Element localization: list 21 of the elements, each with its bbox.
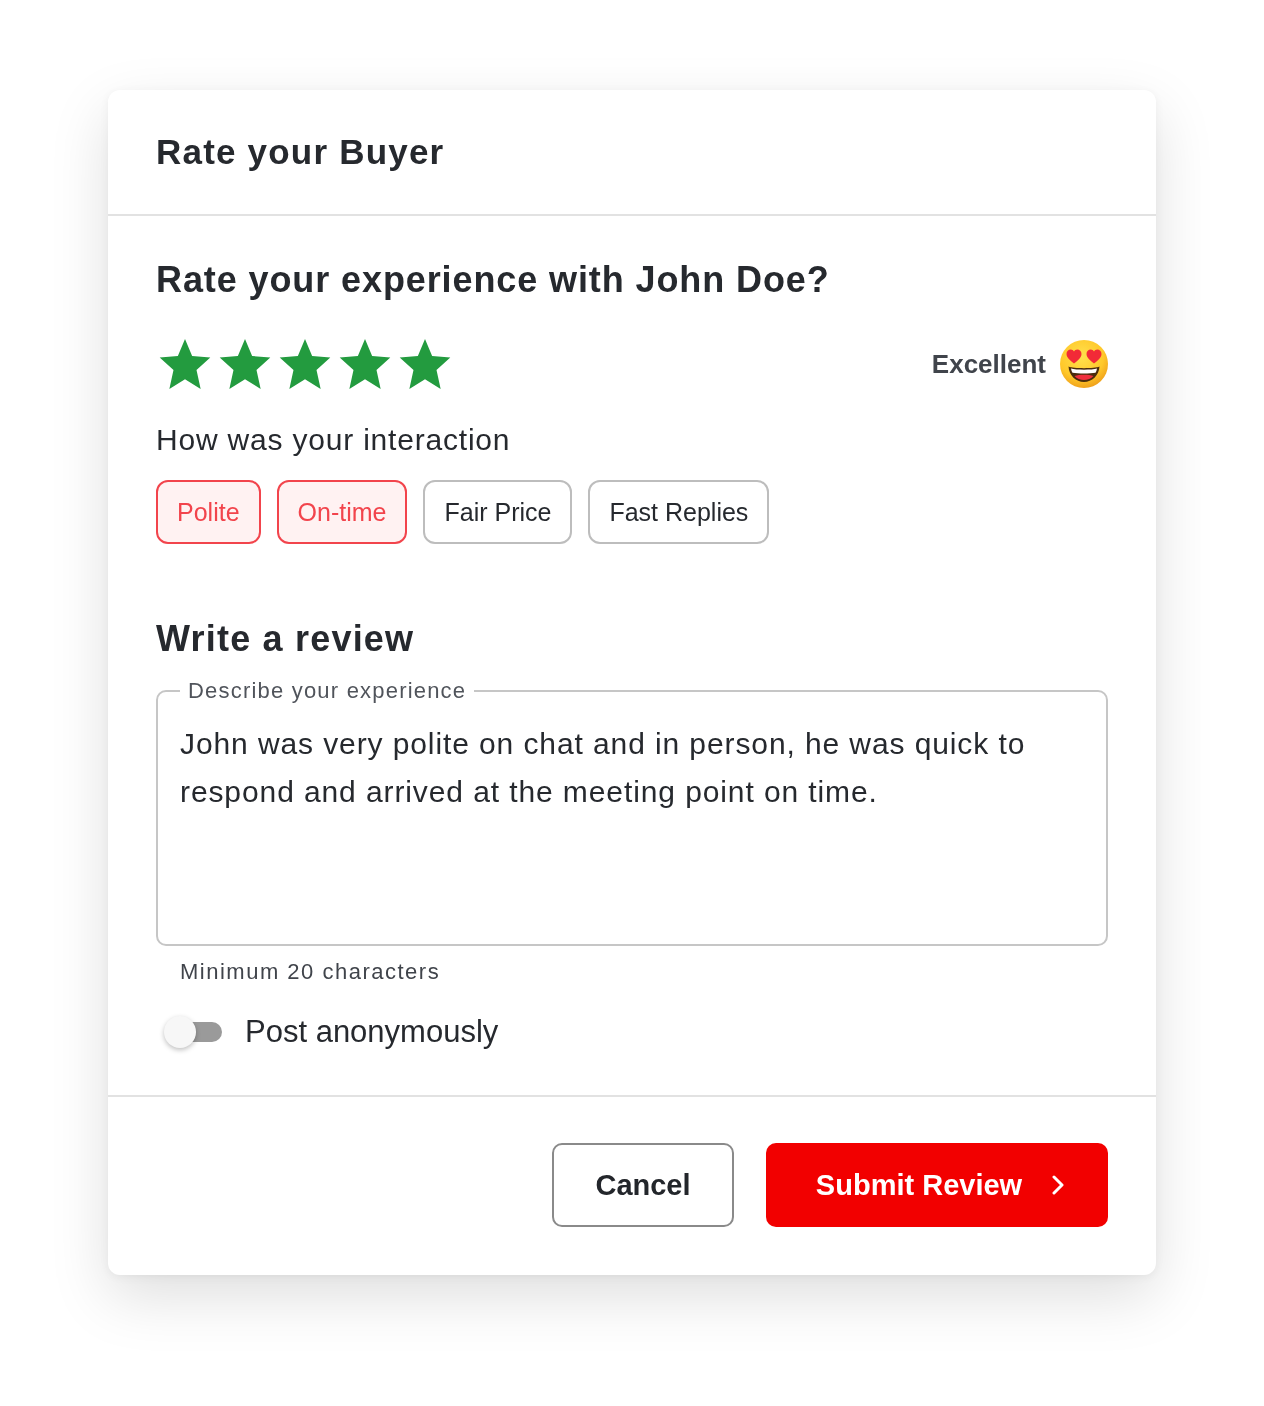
field-label: Describe your experience xyxy=(187,678,468,704)
tag-chip[interactable]: Fair Price xyxy=(423,480,573,544)
star-icon[interactable] xyxy=(159,339,211,389)
star-icon[interactable] xyxy=(279,339,331,389)
heart-eyes-face-icon xyxy=(1060,340,1108,388)
star-icon[interactable] xyxy=(219,339,271,389)
dialog-title: Rate your Buyer xyxy=(156,131,445,173)
chevron-right-icon xyxy=(1052,1175,1065,1195)
rating-question: Rate your experience with John Doe? xyxy=(156,258,831,302)
cancel-button[interactable]: Cancel xyxy=(552,1143,734,1227)
review-text: John was very polite on chat and in person, he was quick to respond and arrived at the meeting point on time. xyxy=(180,726,1027,810)
toggle-label: Post anonymously xyxy=(245,1014,499,1050)
rating-label: Excellent xyxy=(931,348,1046,380)
submit-button[interactable]: Submit Review xyxy=(766,1143,1108,1227)
field-hint: Minimum 20 characters xyxy=(179,959,442,985)
tag-chip[interactable]: Fast Replies xyxy=(588,480,770,544)
star-icon[interactable] xyxy=(339,339,391,389)
interaction-label: How was your interaction xyxy=(156,422,512,458)
anonymous-toggle[interactable] xyxy=(164,1015,222,1049)
star-icon[interactable] xyxy=(399,339,451,389)
review-heading: Write a review xyxy=(156,617,416,661)
